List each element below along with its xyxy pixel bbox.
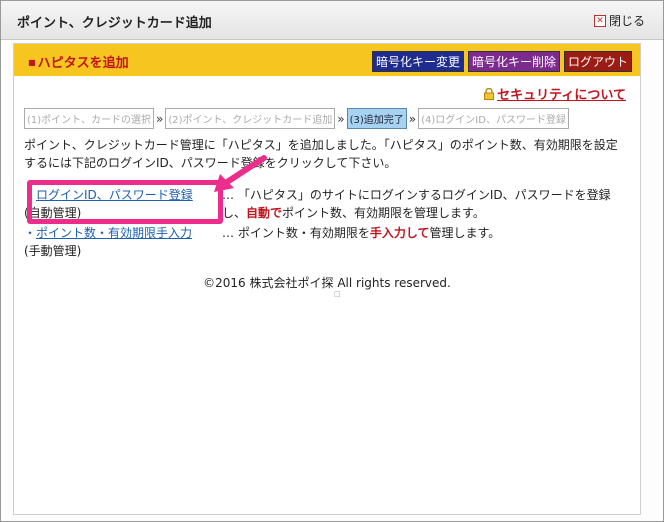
- security-link[interactable]: セキュリティについて: [483, 84, 626, 103]
- logout-button[interactable]: ログアウト: [563, 51, 632, 72]
- dialog-title: ポイント、クレジットカード追加: [17, 16, 212, 31]
- annotation-arrow: [214, 155, 267, 192]
- ellipsis: …: [222, 226, 234, 240]
- lock-icon: [484, 87, 495, 100]
- step-separator: »: [155, 111, 164, 126]
- close-label: 閉じる: [608, 14, 645, 28]
- option-manual-desc-2: 管理します。: [429, 226, 501, 240]
- option-manual-desc-bold: 手入力して: [369, 226, 430, 240]
- loading-indicator: □: [334, 290, 341, 298]
- option-login-desc-bold: 自動で: [246, 206, 283, 220]
- description-text: ポイント、クレジットカード管理に「ハピタス」を追加しました。「ハピタス」のポイン…: [24, 138, 618, 170]
- step-separator: »: [337, 111, 345, 126]
- progress-steps: (1)ポイント、カードの選択 » (2)ポイント、クレジットカード追加 » (3…: [24, 108, 569, 129]
- delete-key-button[interactable]: 暗号化キー削除: [467, 51, 560, 72]
- banner-buttons: 暗号化キー変更 暗号化キー削除 ログアウト: [371, 51, 632, 72]
- manual-input-link[interactable]: ポイント数・有効期限手入力: [36, 226, 192, 240]
- header-banner: ハピタスを追加 暗号化キー変更 暗号化キー削除 ログアウト: [14, 44, 640, 76]
- banner-title: ハピタスを追加: [28, 52, 129, 71]
- change-key-button[interactable]: 暗号化キー変更: [371, 51, 464, 72]
- option-manual: ・ポイント数・有効期限手入力 (手動管理) … ポイント数・有効期限を手入力して…: [24, 224, 624, 260]
- step-1: (1)ポイント、カードの選択: [24, 108, 154, 129]
- annotation-highlight-box: [27, 180, 223, 224]
- modal-dialog: ポイント、クレジットカード追加 ✕ 閉じる ハピタスを追加 暗号化キー変更 暗号…: [0, 0, 664, 522]
- step-3-active: (3)追加完了: [346, 108, 407, 129]
- bullet: ・: [24, 226, 37, 240]
- option-manual-desc-1: ポイント数・有効期限を: [237, 226, 370, 240]
- footer-copyright: ©2016 株式会社ポイ探 All rights reserved.: [203, 276, 451, 290]
- dialog-titlebar: ポイント、クレジットカード追加 ✕ 閉じる: [1, 1, 663, 40]
- step-separator: »: [408, 111, 417, 126]
- close-icon: ✕: [593, 14, 606, 27]
- dialog-content: ハピタスを追加 暗号化キー変更 暗号化キー削除 ログアウト セキュリティについて…: [13, 43, 641, 515]
- close-button[interactable]: ✕ 閉じる: [593, 12, 645, 29]
- option-login-desc-2: ポイント数、有効期限を管理します。: [282, 206, 485, 220]
- step-4: (4)ログインID、パスワード登録: [418, 108, 569, 129]
- step-2: (2)ポイント、クレジットカード追加: [165, 108, 336, 129]
- option-manual-sub: (手動管理): [24, 244, 82, 258]
- security-link-label: セキュリティについて: [497, 88, 626, 103]
